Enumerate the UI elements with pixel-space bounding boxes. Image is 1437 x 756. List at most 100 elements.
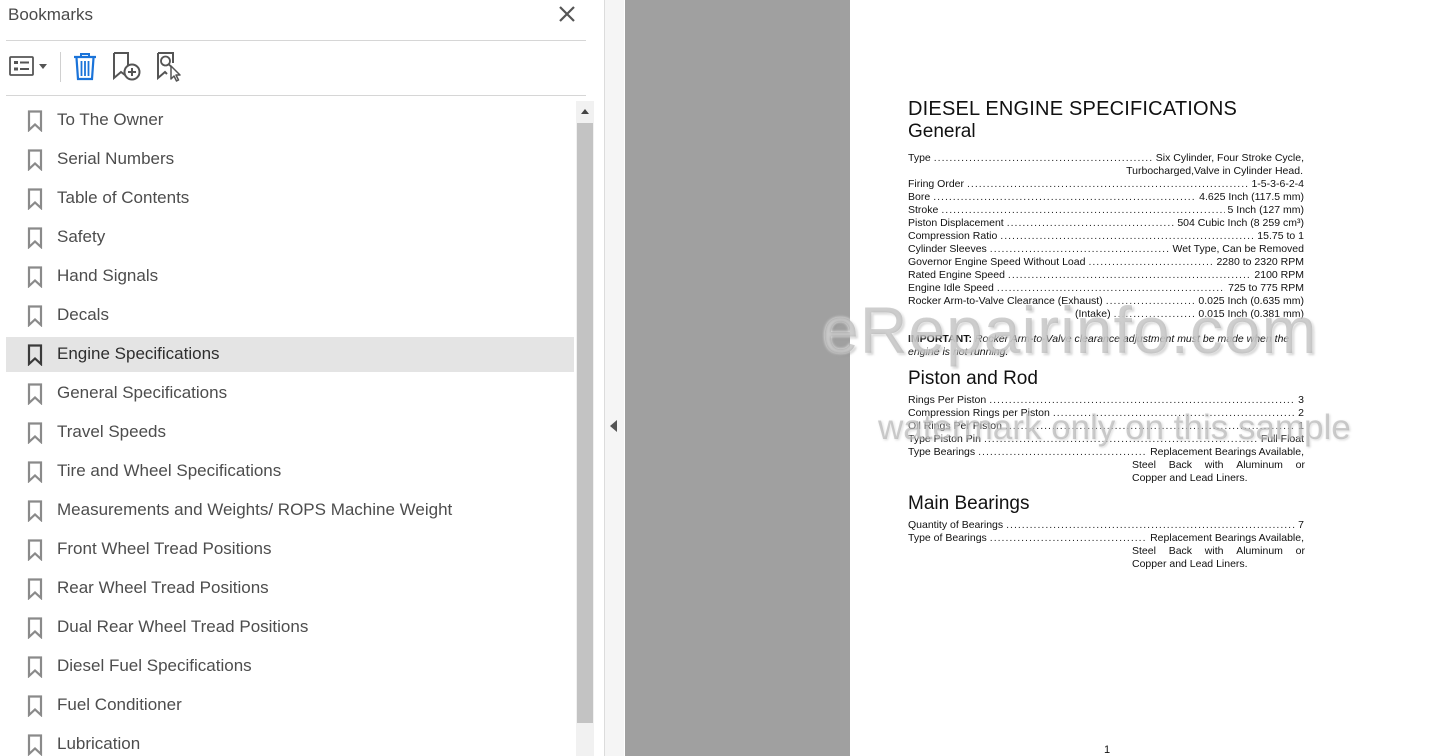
bookmark-item[interactable]: General Specifications — [6, 376, 574, 411]
bookmark-label: Fuel Conditioner — [57, 695, 182, 714]
bookmark-item[interactable]: Travel Speeds — [6, 415, 574, 450]
panel-splitter[interactable] — [604, 0, 624, 756]
spec-key: Piston Displacement — [908, 217, 1004, 229]
bookmark-icon — [27, 617, 43, 639]
spec-key: Bore — [908, 191, 931, 203]
bookmark-item[interactable]: Measurements and Weights/ ROPS Machine W… — [6, 493, 574, 528]
bookmark-icon — [27, 110, 43, 132]
bookmark-item[interactable]: Front Wheel Tread Positions — [6, 532, 574, 567]
spec-value: 504 Cubic Inch (8 259 cm³) — [1177, 217, 1304, 229]
new-bookmark-button[interactable] — [110, 49, 144, 83]
spec-key: Rated Engine Speed — [908, 269, 1005, 281]
bookmark-item[interactable]: Diesel Fuel Specifications — [6, 649, 574, 684]
spec-key: Cylinder Sleeves — [908, 243, 987, 255]
delete-bookmark-button[interactable] — [69, 49, 101, 83]
toolbar-separator — [60, 52, 61, 82]
bookmark-item[interactable]: Fuel Conditioner — [6, 688, 574, 723]
panel-title: Bookmarks — [8, 5, 94, 24]
bookmark-icon — [27, 461, 43, 483]
scroll-up-button[interactable] — [576, 101, 594, 121]
section-heading-general: General — [908, 121, 976, 142]
leader-dots — [1007, 217, 1175, 230]
spec-row: Compression Ratio 15.75 to 1 — [908, 230, 1304, 243]
bookmark-icon — [27, 539, 43, 561]
spec-value-continued: Turbocharged,Valve in Cylinder Head. — [1126, 165, 1303, 177]
spec-value-continued: Copper and Lead Liners. — [1132, 558, 1248, 570]
bookmark-list: To The Owner Serial Numbers Table of Conte… — [6, 101, 576, 756]
spec-key: Compression Ratio — [908, 230, 998, 242]
bookmark-item[interactable]: Hand Signals — [6, 259, 574, 294]
bookmark-label: Lubrication — [57, 734, 141, 753]
bookmark-item[interactable]: Serial Numbers — [6, 142, 574, 177]
bookmark-icon — [27, 656, 43, 678]
collapse-panel-button[interactable] — [605, 416, 623, 436]
pdf-page: DIESEL ENGINE SPECIFICATIONS General Typ… — [850, 0, 1437, 756]
spec-key: Firing Order — [908, 178, 965, 190]
bookmark-item[interactable]: To The Owner — [6, 103, 574, 138]
close-panel-button[interactable] — [555, 2, 579, 26]
bookmark-icon — [27, 188, 43, 210]
bookmark-label: Engine Specifications — [57, 344, 220, 363]
bookmark-label: Diesel Fuel Specifications — [57, 656, 252, 675]
spec-value: 2280 to 2320 RPM — [1216, 256, 1304, 268]
spec-row: Cylinder Sleeves Wet Type, Can be Removed — [908, 243, 1304, 256]
divider — [6, 40, 586, 41]
bookmark-item[interactable]: Tire and Wheel Specifications — [6, 454, 574, 489]
spec-row: Quantity of Bearings 7 — [908, 519, 1304, 532]
word: Back — [1168, 459, 1193, 471]
bookmark-label: Serial Numbers — [57, 149, 175, 168]
leader-dots — [941, 204, 1224, 217]
leader-dots — [1006, 519, 1295, 532]
bookmark-item[interactable]: Engine Specifications — [6, 337, 574, 372]
leader-dots — [1088, 256, 1213, 269]
spec-key: Quantity of Bearings — [908, 519, 1004, 531]
arrow-up-icon — [581, 109, 589, 114]
spec-row: Stroke 5 Inch (127 mm) — [908, 204, 1304, 217]
spec-value: 2100 RPM — [1254, 269, 1304, 281]
vertical-scrollbar[interactable] — [576, 101, 594, 756]
bookmark-label: Dual Rear Wheel Tread Positions — [57, 617, 309, 636]
bookmark-item[interactable]: Rear Wheel Tread Positions — [6, 571, 574, 606]
leader-dots — [933, 191, 1196, 204]
spec-key: Governor Engine Speed Without Load — [908, 256, 1086, 268]
bookmark-label: Decals — [57, 305, 109, 324]
bookmark-label: Front Wheel Tread Positions — [57, 539, 272, 558]
bookmark-item[interactable]: Table of Contents — [6, 181, 574, 216]
leader-dots — [990, 243, 1170, 256]
spec-row: Governor Engine Speed Without Load 2280 t… — [908, 256, 1304, 269]
scrollbar-thumb[interactable] — [577, 123, 593, 723]
word: Aluminum — [1236, 545, 1283, 557]
spec-value: Six Cylinder, Four Stroke Cycle, — [1155, 152, 1304, 164]
bookmark-item[interactable]: Decals — [6, 298, 574, 333]
bookmark-item[interactable]: Safety — [6, 220, 574, 255]
bookmark-item[interactable]: Lubrication — [6, 727, 574, 756]
word: with — [1204, 545, 1224, 557]
bookmark-icon — [27, 344, 43, 366]
bookmark-options-button[interactable] — [6, 49, 50, 83]
bookmark-icon — [27, 305, 43, 327]
bookmark-options-icon — [9, 56, 47, 76]
bookmark-item[interactable]: Dual Rear Wheel Tread Positions — [6, 610, 574, 645]
bookmark-label: Safety — [57, 227, 106, 246]
word: with — [1204, 459, 1224, 471]
spec-key: Stroke — [908, 204, 939, 216]
leader-dots — [1008, 269, 1251, 282]
spec-value-continued: Steel Back with Aluminum or — [1132, 545, 1305, 558]
spec-row: Firing Order 1-5-3-6-2-4 — [908, 178, 1304, 191]
bookmark-icon — [27, 227, 43, 249]
leader-dots — [934, 152, 1153, 165]
bookmark-icon — [27, 734, 43, 756]
find-current-bookmark-button[interactable] — [153, 49, 185, 83]
spec-key: Rings Per Piston — [908, 394, 987, 406]
spec-value-continued: Steel Back with Aluminum or — [1132, 459, 1305, 472]
spec-value: 5 Inch (127 mm) — [1227, 204, 1304, 216]
bookmark-label: To The Owner — [57, 110, 164, 129]
spec-row: Bore 4.625 Inch (117.5 mm) — [908, 191, 1304, 204]
find-current-bookmark-icon — [157, 52, 181, 82]
spec-row: Rings Per Piston 3 — [908, 394, 1304, 407]
spec-key: Type of Bearings — [908, 532, 987, 544]
spec-row: Rated Engine Speed 2100 RPM — [908, 269, 1304, 282]
bookmark-label: General Specifications — [57, 383, 228, 402]
leader-dots — [990, 532, 1147, 545]
divider — [6, 95, 586, 96]
